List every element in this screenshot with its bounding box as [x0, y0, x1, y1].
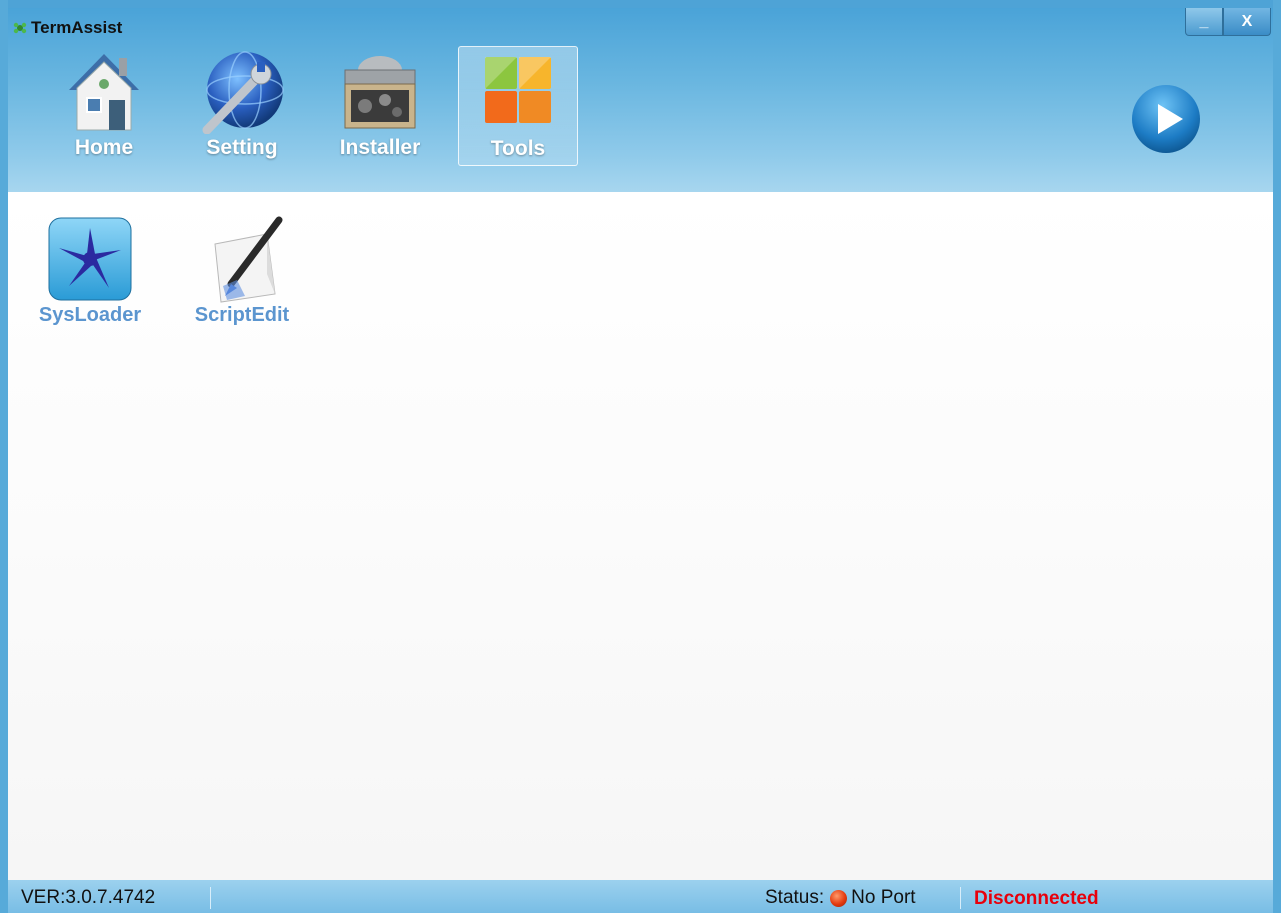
status-indicator-icon — [830, 889, 848, 907]
nav-tools-label: Tools — [490, 137, 546, 160]
window-controls: _ X — [1185, 8, 1271, 36]
tiles-icon — [485, 57, 551, 123]
play-button[interactable] — [1131, 84, 1201, 154]
nav-setting[interactable]: Setting — [182, 46, 302, 166]
nav-tools[interactable]: Tools — [458, 46, 578, 166]
version-text: VER:3.0.7.4742 — [21, 887, 156, 908]
port-status-text: No Port — [851, 887, 916, 908]
nav-setting-label: Setting — [206, 136, 278, 159]
installer-box-icon — [344, 56, 416, 129]
tool-sysloader-label: SysLoader — [38, 304, 142, 326]
house-icon — [69, 54, 139, 131]
nav-home[interactable]: Home — [44, 46, 164, 166]
title-bar: TermAssist — [12, 18, 122, 38]
globe-wrench-icon — [202, 51, 284, 134]
nav-installer-label: Installer — [339, 136, 421, 159]
nav-home-label: Home — [74, 136, 134, 159]
tool-scriptedit[interactable]: ScriptEdit — [182, 214, 302, 327]
window-title: TermAssist — [31, 18, 123, 37]
connection-status: Disconnected — [974, 888, 1099, 909]
status-bar: VER:3.0.7.4742 Status: No Port Disconnec… — [8, 880, 1273, 913]
tool-sysloader[interactable]: SysLoader — [30, 214, 150, 327]
main-nav: Home Setting Installer Tools — [44, 46, 596, 166]
status-divider — [960, 887, 961, 909]
app-logo-icon — [13, 22, 27, 34]
status-divider — [210, 887, 211, 909]
close-button[interactable]: X — [1223, 8, 1271, 36]
tool-scriptedit-label: ScriptEdit — [194, 304, 290, 326]
tools-panel: SysLoader ScriptEdit — [8, 192, 1273, 880]
status-label: Status: — [765, 887, 825, 908]
starfish-icon — [48, 217, 132, 301]
toolbar-header: TermAssist _ X Home Setting Installer To… — [8, 8, 1273, 192]
minimize-button[interactable]: _ — [1185, 8, 1223, 36]
port-status: Status: No Port — [765, 887, 916, 909]
app-window: TermAssist _ X Home Setting Installer To… — [0, 0, 1281, 913]
pen-paper-icon — [214, 216, 283, 303]
nav-installer[interactable]: Installer — [320, 46, 440, 166]
